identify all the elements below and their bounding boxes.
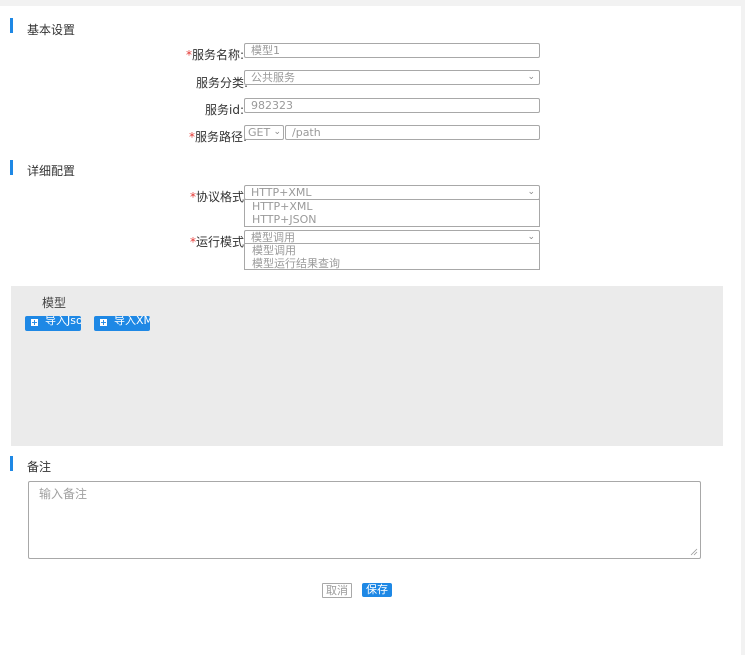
save-button[interactable]: 保存 (362, 583, 392, 597)
section-marker (10, 18, 13, 33)
import-json-button[interactable]: + 导入Json (25, 316, 81, 331)
section-marker (10, 160, 13, 175)
service-name-input[interactable]: 模型1 (244, 43, 540, 58)
run-mode-dropdown-list: 模型调用 模型运行结果查询 (244, 243, 540, 270)
section-marker (10, 456, 13, 471)
service-path-input[interactable]: /path (285, 125, 540, 140)
service-id-label: 服务id: (205, 103, 244, 117)
chevron-down-icon: ⌄ (527, 187, 535, 197)
chevron-down-icon: ⌄ (273, 127, 281, 137)
service-id-input[interactable]: 982323 (244, 98, 540, 113)
run-mode-label: *运行模式 (189, 235, 244, 249)
section-title-remark: 备注 (27, 460, 52, 474)
remark-placeholder: 输入备注 (39, 487, 88, 501)
service-config-page: 基本设置 *服务名称: 模型1 服务分类: 公共服务 ⌄ 服务id: 98232… (0, 6, 741, 655)
dropdown-option[interactable]: HTTP+JSON (245, 213, 539, 226)
http-method-select[interactable]: GET ⌄ (244, 125, 284, 140)
service-path-label: *服务路径: (188, 130, 247, 144)
plus-square-icon: + (100, 318, 107, 327)
resize-grip-icon[interactable] (690, 548, 698, 556)
protocol-dropdown-list: HTTP+XML HTTP+JSON (244, 199, 540, 227)
cancel-button[interactable]: 取消 (322, 583, 352, 598)
dropdown-option[interactable]: HTTP+XML (245, 200, 539, 213)
model-panel-title: 模型 (42, 296, 67, 310)
plus-square-icon: + (31, 318, 38, 327)
section-title-detail: 详细配置 (27, 164, 76, 178)
chevron-down-icon: ⌄ (527, 72, 535, 82)
chevron-down-icon: ⌄ (527, 232, 535, 242)
service-category-label: 服务分类: (195, 76, 248, 90)
service-category-select[interactable]: 公共服务 ⌄ (244, 70, 540, 85)
dropdown-option[interactable]: 模型运行结果查询 (245, 257, 539, 270)
section-title-basic: 基本设置 (27, 23, 76, 37)
remark-textarea[interactable]: 输入备注 (28, 481, 701, 559)
import-xml-button[interactable]: + 导入XML (94, 316, 150, 331)
dropdown-option[interactable]: 模型调用 (245, 244, 539, 257)
model-panel: 模型 + 导入Json + 导入XML (11, 286, 723, 446)
protocol-label: *协议格式 (189, 190, 244, 204)
service-name-label: *服务名称: (185, 48, 244, 62)
protocol-select[interactable]: HTTP+XML ⌄ (244, 185, 540, 200)
